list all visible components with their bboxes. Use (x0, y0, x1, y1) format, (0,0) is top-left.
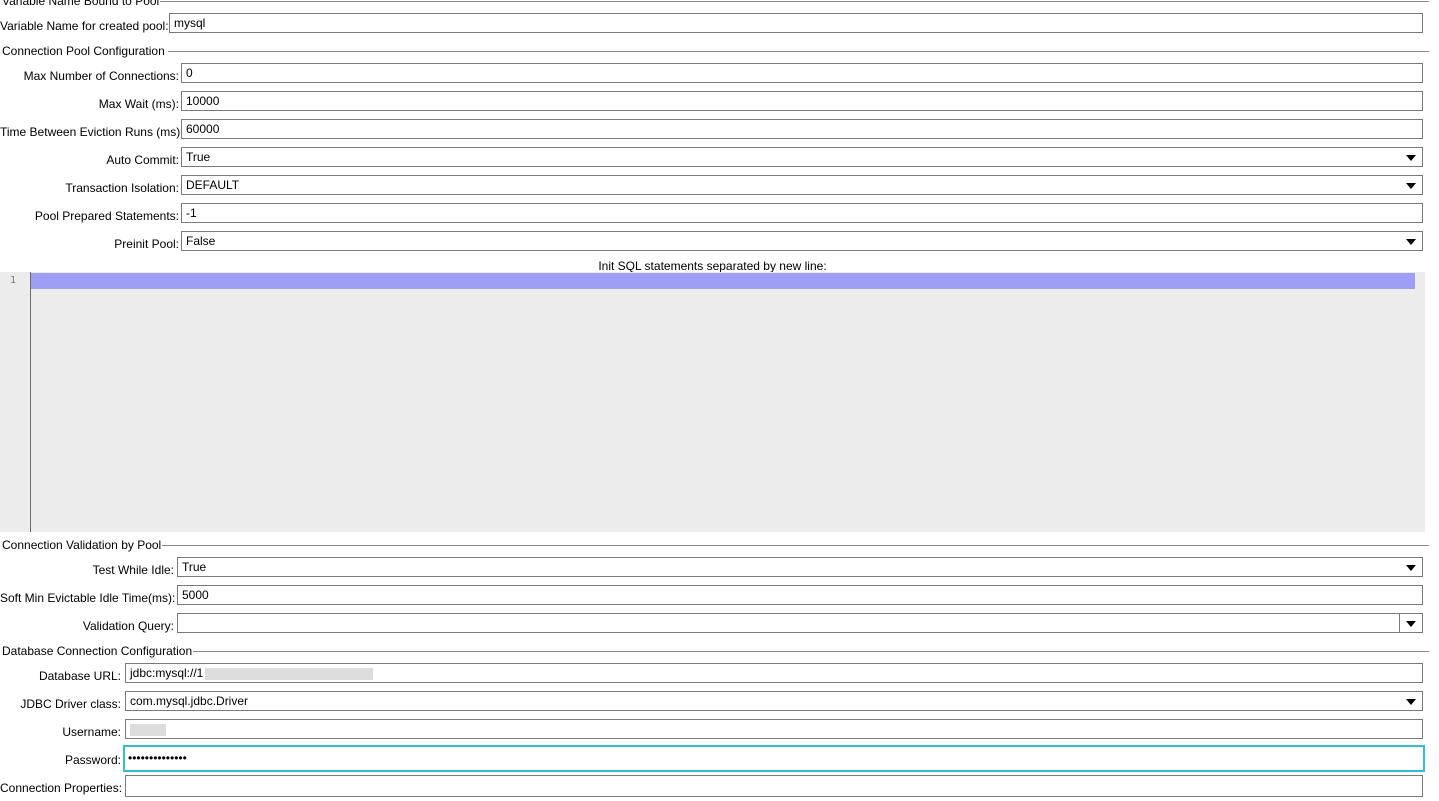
max-wait-label: Max Wait (ms): (98, 97, 179, 111)
validation-query-label: Validation Query: (82, 619, 174, 633)
init-sql-title: Init SQL statements separated by new lin… (598, 259, 827, 273)
max-connections-input[interactable]: 0 (181, 63, 1423, 83)
soft-min-idle-input[interactable]: 5000 (177, 585, 1423, 605)
chevron-down-icon (1406, 239, 1416, 245)
init-sql-editor[interactable]: 1 (0, 272, 1425, 532)
jdbc-driver-select[interactable]: com.mysql.jdbc.Driver (125, 691, 1423, 711)
test-while-idle-label: Test While Idle: (92, 563, 174, 577)
eviction-runs-label: Time Between Eviction Runs (ms): (0, 125, 184, 139)
connection-properties-label: Connection Properties: (0, 781, 123, 795)
auto-commit-label: Auto Commit: (106, 153, 179, 167)
preinit-pool-label: Preinit Pool: (114, 237, 179, 251)
variable-name-input[interactable]: mysql (169, 13, 1423, 33)
eviction-runs-input[interactable]: 60000 (181, 119, 1423, 139)
chevron-down-icon (1406, 183, 1416, 189)
username-input[interactable] (125, 719, 1423, 739)
section-title-variable: Variable Name Bound to Pool (2, 0, 161, 8)
connection-properties-input[interactable] (125, 775, 1423, 797)
section-divider (162, 545, 1429, 546)
preinit-pool-select[interactable]: False (181, 231, 1423, 251)
variable-name-label: Variable Name for created pool: (0, 19, 169, 33)
chevron-down-icon (1406, 621, 1416, 627)
section-title-validation: Connection Validation by Pool (2, 538, 163, 552)
line-number-gutter: 1 (0, 272, 31, 532)
chevron-down-icon (1406, 155, 1416, 161)
current-line-highlight (31, 273, 1415, 289)
section-divider (158, 1, 1429, 2)
validation-query-dropdown-button[interactable] (1399, 614, 1422, 632)
max-wait-input[interactable]: 10000 (181, 91, 1423, 111)
database-url-value: jdbc:mysql://1 (130, 666, 204, 680)
chevron-down-icon (1406, 565, 1416, 571)
soft-min-idle-label: Soft Min Evictable Idle Time(ms): (0, 591, 176, 605)
redacted-text (130, 723, 166, 736)
section-title-database: Database Connection Configuration (2, 644, 194, 658)
test-while-idle-value: True (182, 560, 207, 574)
auto-commit-value: True (186, 150, 211, 164)
username-label: Username: (62, 725, 121, 739)
validation-query-combo[interactable] (177, 613, 1423, 633)
redacted-text (205, 667, 374, 680)
transaction-isolation-label: Transaction Isolation: (65, 181, 179, 195)
prepared-statements-label: Pool Prepared Statements: (34, 209, 179, 223)
section-divider (192, 651, 1429, 652)
section-divider (168, 51, 1429, 52)
line-number: 1 (9, 275, 16, 286)
jdbc-driver-label: JDBC Driver class: (20, 697, 121, 711)
max-connections-label: Max Number of Connections: (23, 69, 179, 83)
password-input[interactable]: •••••••••••••• (123, 745, 1425, 772)
transaction-isolation-value: DEFAULT (186, 178, 240, 192)
password-label: Password: (64, 753, 121, 767)
section-title-pool: Connection Pool Configuration (2, 44, 166, 58)
transaction-isolation-select[interactable]: DEFAULT (181, 175, 1423, 195)
test-while-idle-select[interactable]: True (177, 557, 1423, 577)
preinit-pool-value: False (186, 234, 216, 248)
chevron-down-icon (1406, 699, 1416, 705)
jdbc-driver-value: com.mysql.jdbc.Driver (130, 694, 249, 708)
prepared-statements-input[interactable]: -1 (181, 203, 1423, 223)
auto-commit-select[interactable]: True (181, 147, 1423, 167)
database-url-input[interactable]: jdbc:mysql://1 (125, 663, 1423, 683)
database-url-label: Database URL: (38, 669, 121, 683)
